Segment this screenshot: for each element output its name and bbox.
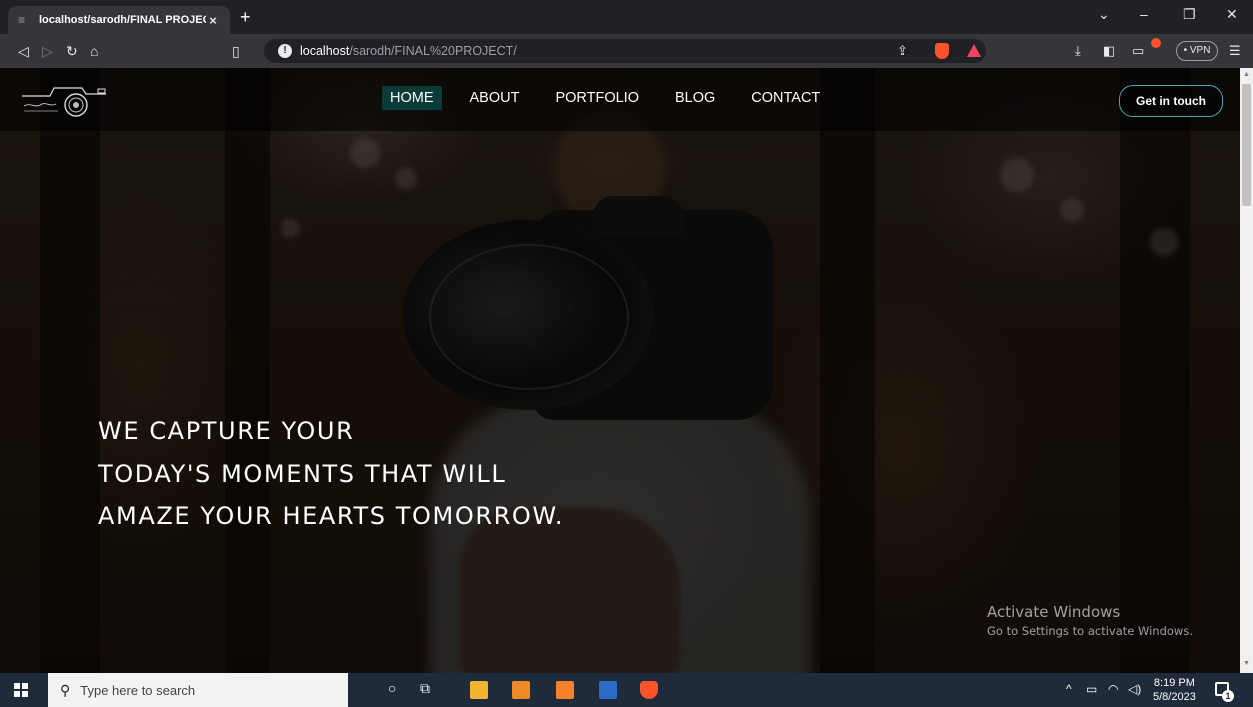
scroll-thumb[interactable] (1242, 84, 1251, 206)
sublime-text-icon[interactable] (512, 681, 530, 699)
hero-headline: WE CAPTURE YOUR TODAY'S MOMENTS THAT WIL… (98, 410, 564, 538)
task-view-icon[interactable]: ⧉ (420, 680, 430, 697)
nav-home[interactable]: HOME (382, 86, 442, 110)
word-icon[interactable] (599, 681, 617, 699)
wifi-icon[interactable]: ◠ (1108, 682, 1118, 696)
battery-icon[interactable]: ▭ (1086, 682, 1097, 696)
site-info-icon[interactable]: ! (278, 44, 292, 58)
tray-chevron-icon[interactable]: ^ (1066, 682, 1072, 696)
minimize-icon[interactable]: – (1140, 6, 1148, 22)
url-host: localhost (300, 44, 350, 58)
downloads-icon[interactable]: ⤓ (1075, 43, 1081, 59)
address-bar[interactable]: ! localhost/sarodh/FINAL%20PROJECT/ (264, 39, 986, 63)
bookmark-icon[interactable]: ▯ (232, 43, 240, 59)
windows-taskbar: ⚲ Type here to search ○ ⧉ ^ ▭ ◠ ◁) 8:19 … (0, 673, 1253, 707)
search-icon: ⚲ (60, 681, 71, 698)
clock-date: 5/8/2023 (1153, 691, 1196, 703)
search-placeholder: Type here to search (80, 682, 196, 698)
watermark-title: Activate Windows (987, 603, 1121, 621)
page-viewport: HOME ABOUT PORTFOLIO BLOG CONTACT Get in… (0, 68, 1240, 673)
taskbar-clock[interactable]: 8:19 PM 5/8/2023 (1153, 676, 1196, 704)
hero-overlay (0, 68, 1240, 673)
browser-toolbar: ◁ ▷ ↻ ⌂ ▯ ! localhost/sarodh/FINAL%20PRO… (0, 34, 1253, 68)
screen: ≡ localhost/sarodh/FINAL PROJECT × + ⌄ –… (0, 0, 1253, 707)
clock-time: 8:19 PM (1153, 677, 1195, 689)
taskbar-search-box[interactable]: ⚲ Type here to search (48, 673, 348, 707)
restore-icon[interactable]: ❐ (1183, 6, 1196, 23)
nav-blog[interactable]: BLOG (667, 86, 723, 110)
scroll-down-icon[interactable]: ▼ (1243, 660, 1250, 667)
file-explorer-icon[interactable] (470, 681, 488, 699)
site-header: HOME ABOUT PORTFOLIO BLOG CONTACT Get in… (0, 68, 1240, 131)
brave-shield-icon[interactable] (935, 43, 949, 59)
brave-browser-icon[interactable] (640, 681, 658, 699)
nav-about[interactable]: ABOUT (462, 86, 528, 110)
headline-line-2: TODAY'S MOMENTS THAT WILL (98, 459, 507, 488)
volume-icon[interactable]: ◁) (1128, 682, 1141, 696)
browser-tab-strip: ≡ localhost/sarodh/FINAL PROJECT × + ⌄ –… (0, 0, 1253, 34)
browser-tab[interactable]: ≡ localhost/sarodh/FINAL PROJECT × (8, 6, 230, 34)
nav-contact[interactable]: CONTACT (743, 86, 828, 110)
new-tab-button[interactable]: + (240, 8, 251, 26)
get-in-touch-button[interactable]: Get in touch (1119, 85, 1223, 117)
site-logo[interactable] (20, 78, 112, 118)
wallet-badge (1151, 38, 1161, 48)
tab-title: localhost/sarodh/FINAL PROJECT (39, 14, 206, 26)
headline-line-1: WE CAPTURE YOUR (98, 417, 355, 445)
url-path: /sarodh/FINAL%20PROJECT/ (349, 44, 517, 58)
nav-portfolio[interactable]: PORTFOLIO (547, 86, 647, 110)
main-nav: HOME ABOUT PORTFOLIO BLOG CONTACT (382, 86, 848, 110)
scroll-up-icon[interactable]: ▲ (1243, 71, 1250, 78)
close-window-icon[interactable]: ✕ (1226, 6, 1238, 23)
vpn-button[interactable]: • VPN (1176, 41, 1218, 61)
tab-close-icon[interactable]: × (206, 13, 220, 28)
activate-windows-watermark: Activate Windows Go to Settings to activ… (987, 603, 1193, 638)
page-scrollbar[interactable]: ▲ ▼ (1240, 68, 1253, 673)
headline-line-3: AMAZE YOUR HEARTS TOMORROW. (98, 502, 565, 530)
tab-favicon-icon: ≡ (18, 13, 26, 27)
forward-icon[interactable]: ▷ (42, 43, 53, 59)
reload-icon[interactable]: ↻ (66, 43, 78, 59)
xampp-icon[interactable] (556, 681, 574, 699)
notification-badge: 1 (1222, 690, 1234, 702)
brave-rewards-icon[interactable] (967, 44, 981, 57)
home-icon[interactable]: ⌂ (90, 43, 98, 59)
sidebar-icon[interactable]: ◧ (1103, 43, 1115, 59)
menu-icon[interactable]: ☰ (1229, 43, 1241, 59)
share-icon[interactable]: ⇪ (897, 43, 908, 59)
back-icon[interactable]: ◁ (18, 43, 29, 59)
watermark-subtitle: Go to Settings to activate Windows. (987, 624, 1193, 638)
tab-search-chevron-icon[interactable]: ⌄ (1098, 6, 1110, 23)
wallet-icon[interactable]: ▭ (1132, 43, 1144, 59)
windows-start-icon[interactable] (14, 683, 28, 697)
cortana-icon[interactable]: ○ (388, 680, 396, 696)
